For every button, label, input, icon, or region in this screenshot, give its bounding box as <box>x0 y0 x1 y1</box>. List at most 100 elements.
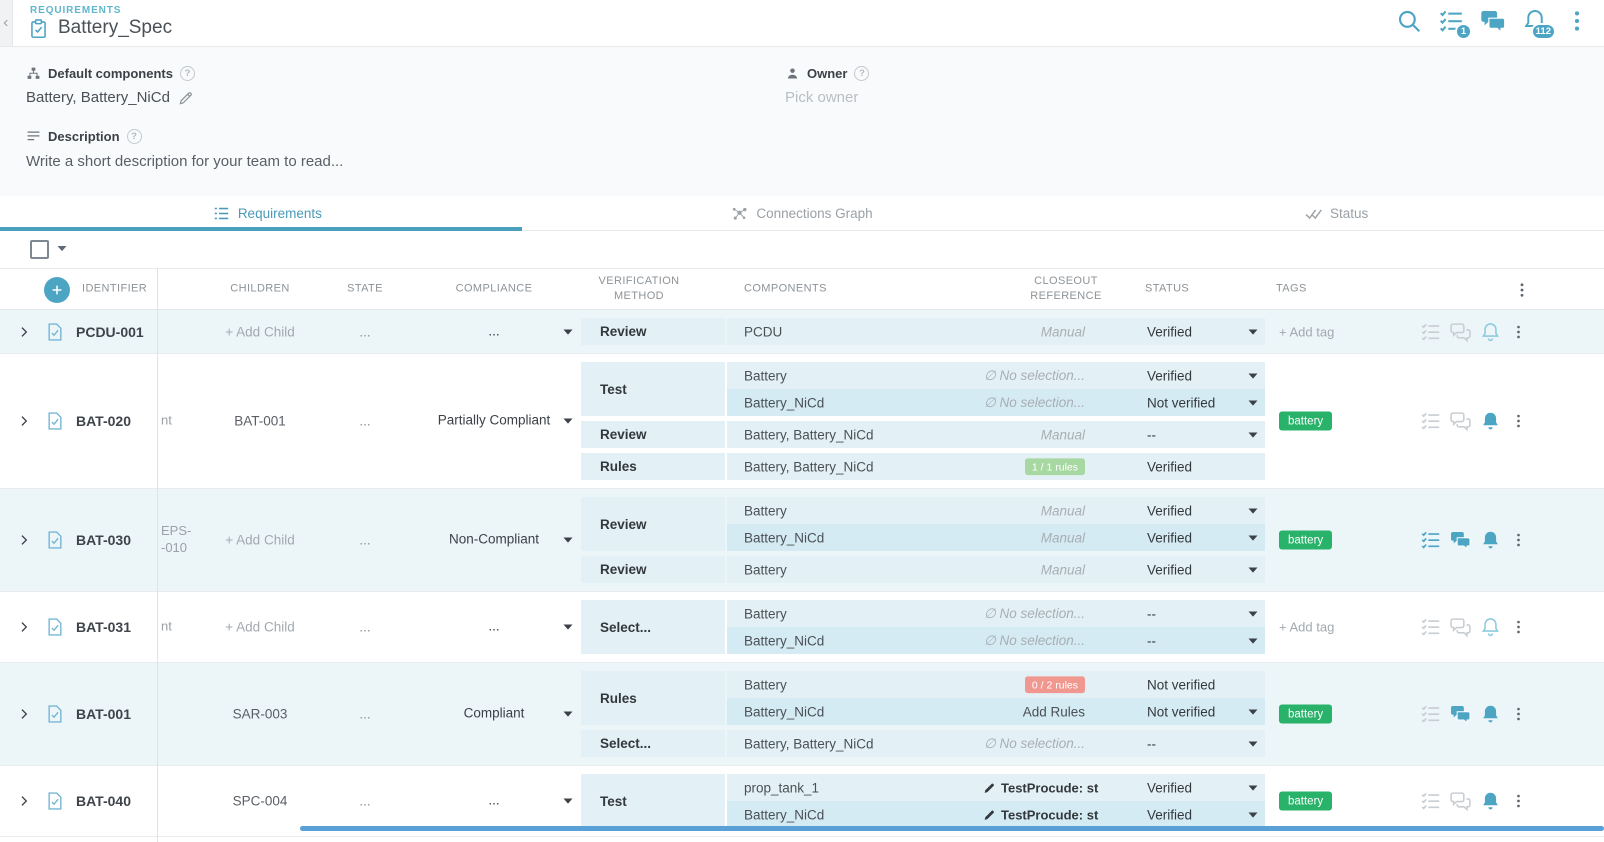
closeout-reference-cell[interactable]: Manual <box>979 562 1105 577</box>
owner-picker[interactable]: Pick owner <box>785 89 869 106</box>
status-cell[interactable]: Verified <box>1147 807 1192 822</box>
tab-status[interactable]: Status <box>1069 196 1604 230</box>
expand-row-icon[interactable] <box>17 414 31 428</box>
status-cell[interactable]: Verified <box>1147 324 1192 339</box>
row-menu-icon[interactable] <box>1510 322 1527 341</box>
status-cell[interactable]: Verified <box>1147 368 1192 383</box>
status-dropdown-icon[interactable] <box>1248 534 1258 541</box>
components-cell[interactable]: Battery_NiCd <box>744 704 824 719</box>
expand-row-icon[interactable] <box>17 533 31 547</box>
verification-method-cell[interactable]: Review <box>581 497 725 551</box>
identifier-cell[interactable]: PCDU-001 <box>76 324 144 340</box>
verification-method-cell[interactable]: Rules <box>581 671 725 725</box>
help-icon[interactable]: ? <box>180 66 195 81</box>
closeout-reference-cell[interactable]: Manual <box>979 503 1105 518</box>
select-all-dropdown-icon[interactable] <box>57 245 67 252</box>
components-cell[interactable]: Battery <box>744 368 787 383</box>
row-menu-icon[interactable] <box>1510 531 1527 550</box>
edit-pencil-icon[interactable] <box>178 90 194 106</box>
status-dropdown-icon[interactable] <box>1248 637 1258 644</box>
select-all-checkbox[interactable] <box>30 240 49 259</box>
tab-connections-graph[interactable]: Connections Graph <box>535 196 1070 230</box>
add-tag-button[interactable]: + Add tag <box>1279 620 1334 635</box>
status-dropdown-icon[interactable] <box>1248 740 1258 747</box>
tag-badge[interactable]: battery <box>1279 705 1332 724</box>
add-child-button[interactable]: + Add Child <box>180 620 340 635</box>
tag-badge[interactable]: battery <box>1279 792 1332 811</box>
closeout-reference-cell[interactable]: ∅ No selection... <box>979 368 1105 384</box>
requirement-doc-icon[interactable] <box>45 617 65 637</box>
components-cell[interactable]: Battery <box>744 606 787 621</box>
tasks-icon[interactable] <box>1420 791 1441 812</box>
closeout-reference-cell[interactable]: Manual <box>979 530 1105 545</box>
verification-method-cell[interactable]: Test <box>581 362 725 416</box>
status-dropdown-icon[interactable] <box>1248 372 1258 379</box>
requirement-doc-icon[interactable] <box>45 791 65 811</box>
compliance-cell[interactable]: ... <box>432 793 556 810</box>
verification-method-cell[interactable]: Select... <box>581 730 725 757</box>
status-cell[interactable]: -- <box>1147 736 1156 751</box>
closeout-reference-cell[interactable]: TestProcude: st <box>979 780 1105 795</box>
closeout-reference-cell[interactable]: ∅ No selection... <box>979 606 1105 622</box>
state-cell[interactable]: ... <box>327 533 403 548</box>
notifications-icon[interactable] <box>1480 530 1501 551</box>
tab-requirements[interactable]: Requirements <box>0 196 535 230</box>
add-requirement-button[interactable] <box>44 277 70 303</box>
children-cell[interactable]: SPC-004 <box>180 794 340 809</box>
table-options-icon[interactable] <box>1513 281 1531 299</box>
horizontal-scrollbar[interactable] <box>300 826 1604 831</box>
components-cell[interactable]: Battery <box>744 503 787 518</box>
components-cell[interactable]: PCDU <box>744 324 782 339</box>
notifications-icon[interactable] <box>1480 791 1501 812</box>
compliance-dropdown-icon[interactable] <box>563 711 573 718</box>
compliance-dropdown-icon[interactable] <box>563 418 573 425</box>
compliance-cell[interactable]: Partially Compliant <box>432 413 556 430</box>
state-cell[interactable]: ... <box>327 620 403 635</box>
comments-icon[interactable] <box>1450 411 1471 432</box>
components-cell[interactable]: Battery, Battery_NiCd <box>744 736 874 751</box>
closeout-reference-cell[interactable]: TestProcude: st <box>979 807 1105 822</box>
notifications-icon[interactable] <box>1480 411 1501 432</box>
requirement-doc-icon[interactable] <box>45 322 65 342</box>
closeout-reference-cell[interactable]: Manual <box>979 324 1105 339</box>
search-icon[interactable] <box>1396 8 1422 34</box>
compliance-dropdown-icon[interactable] <box>563 328 573 335</box>
description-input[interactable]: Write a short description for your team … <box>26 153 343 170</box>
closeout-reference-cell[interactable]: 1 / 1 rules <box>979 458 1105 476</box>
expand-row-icon[interactable] <box>17 707 31 721</box>
tasks-icon[interactable] <box>1420 617 1441 638</box>
expand-row-icon[interactable] <box>17 325 31 339</box>
verification-method-cell[interactable]: Select... <box>581 600 725 654</box>
closeout-reference-cell[interactable]: Manual <box>979 427 1105 442</box>
verification-method-cell[interactable]: Rules <box>581 453 725 480</box>
compliance-cell[interactable]: Non-Compliant <box>432 532 556 549</box>
closeout-reference-cell[interactable]: ∅ No selection... <box>979 395 1105 411</box>
status-dropdown-icon[interactable] <box>1248 784 1258 791</box>
closeout-reference-cell[interactable]: ∅ No selection... <box>979 736 1105 752</box>
tasks-icon[interactable] <box>1420 411 1441 432</box>
status-cell[interactable]: Not verified <box>1147 677 1215 692</box>
status-cell[interactable]: Not verified <box>1147 395 1215 410</box>
closeout-reference-cell[interactable]: 0 / 2 rules <box>979 676 1105 694</box>
components-cell[interactable]: Battery_NiCd <box>744 395 824 410</box>
components-cell[interactable]: Battery_NiCd <box>744 530 824 545</box>
state-cell[interactable]: ... <box>327 707 403 722</box>
notifications-icon[interactable] <box>1480 617 1501 638</box>
requirement-doc-icon[interactable] <box>45 411 65 431</box>
comments-icon[interactable] <box>1450 704 1471 725</box>
children-cell[interactable]: BAT-001 <box>180 414 340 429</box>
default-components-value[interactable]: Battery, Battery_NiCd <box>26 89 195 106</box>
add-child-button[interactable]: + Add Child <box>180 533 340 548</box>
add-child-button[interactable]: + Add Child <box>180 324 340 339</box>
status-cell[interactable]: Verified <box>1147 562 1192 577</box>
collapse-sidebar-button[interactable] <box>0 0 13 46</box>
comments-icon[interactable] <box>1450 617 1471 638</box>
expand-row-icon[interactable] <box>17 620 31 634</box>
components-cell[interactable]: prop_tank_1 <box>744 780 819 795</box>
status-dropdown-icon[interactable] <box>1248 507 1258 514</box>
more-menu-icon[interactable] <box>1564 8 1590 34</box>
status-dropdown-icon[interactable] <box>1248 399 1258 406</box>
add-rules-button[interactable]: Add Rules <box>979 704 1105 719</box>
tag-badge[interactable]: battery <box>1279 531 1332 550</box>
compliance-cell[interactable]: Compliant <box>432 706 556 723</box>
